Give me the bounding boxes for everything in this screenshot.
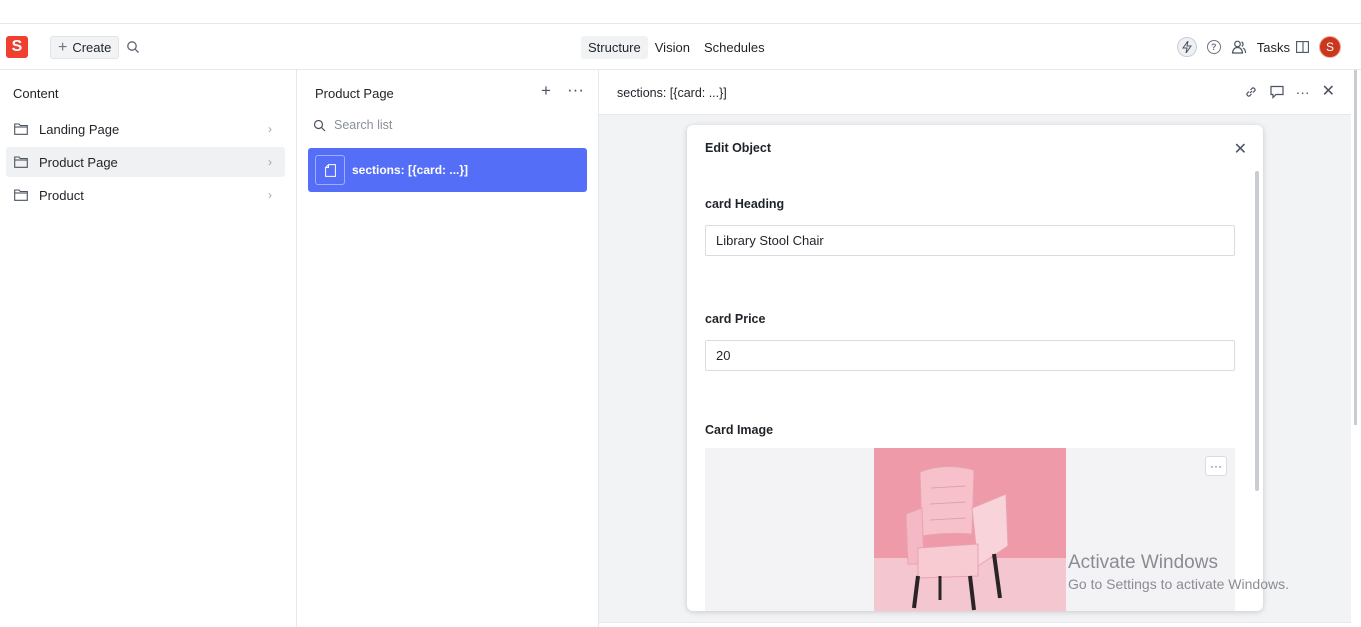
chevron-right-icon: › [268, 188, 272, 202]
folder-icon [14, 123, 28, 135]
more-icon[interactable]: ··· [567, 80, 584, 100]
close-icon[interactable]: ✕ [1322, 84, 1335, 100]
chevron-right-icon: › [268, 155, 272, 169]
document-item-label: sections: [{card: ...}] [352, 163, 469, 177]
workspace-tabs: Structure Vision Schedules [581, 36, 772, 59]
create-label: Create [72, 40, 112, 55]
more-icon[interactable]: ··· [1296, 85, 1310, 99]
image-options-button[interactable]: ··· [1205, 456, 1227, 476]
tasks-button[interactable]: Tasks [1257, 40, 1309, 55]
create-button[interactable]: + Create [50, 36, 120, 59]
toolbar-right-tools: ? Tasks S [1176, 36, 1341, 58]
help-icon[interactable]: ? [1206, 40, 1221, 54]
document-item-sections[interactable]: sections: [{card: ...}] [308, 148, 587, 192]
content-item-label: Product [39, 187, 84, 203]
link-icon[interactable] [1244, 85, 1258, 99]
search-list-placeholder: Search list [334, 118, 393, 132]
content-item-product[interactable]: Product › [6, 180, 285, 210]
tab-vision[interactable]: Vision [648, 36, 697, 59]
users-icon[interactable] [1231, 39, 1247, 55]
list-pane-title: Product Page [315, 86, 394, 101]
tab-schedules[interactable]: Schedules [697, 36, 772, 59]
top-toolbar: S + Create Structure Vision Schedules ? … [0, 24, 1361, 70]
tasks-label: Tasks [1256, 39, 1290, 55]
bolt-icon[interactable] [1176, 37, 1197, 57]
card-heading-label: card Heading [705, 197, 785, 211]
comment-icon[interactable] [1269, 85, 1284, 99]
editor-header: sections: [{card: ...}] ··· ✕ [599, 70, 1351, 115]
sanity-logo[interactable]: S [6, 36, 28, 58]
content-item-label: Landing Page [39, 121, 120, 137]
editor-header-tools: ··· ✕ [1244, 84, 1335, 100]
card-image-label: Card Image [705, 423, 774, 437]
tab-structure[interactable]: Structure [581, 36, 648, 59]
search-icon[interactable] [126, 40, 140, 54]
content-item-label: Product Page [39, 154, 118, 170]
plus-icon: + [58, 38, 68, 56]
content-item-product-page[interactable]: Product Page › [6, 147, 285, 177]
panel-icon [1296, 41, 1309, 53]
page-scrollbar[interactable] [1351, 70, 1361, 627]
search-list-field[interactable]: Search list [313, 118, 392, 132]
editor-title: sections: [{card: ...}] [617, 86, 727, 100]
editor-footer [599, 622, 1351, 627]
folder-icon [14, 189, 28, 201]
edit-object-dialog: Edit Object ✕ card Heading Library Stool… [687, 125, 1263, 611]
watermark-title: Activate Windows [1068, 552, 1218, 573]
dialog-title: Edit Object [705, 141, 771, 155]
folder-icon [14, 156, 28, 168]
card-price-label: card Price [705, 312, 766, 326]
content-pane-title: Content [13, 86, 59, 101]
activate-windows-watermark: Activate Windows Go to Settings to activ… [1068, 552, 1289, 592]
watermark-subtitle: Go to Settings to activate Windows. [1068, 576, 1289, 592]
chevron-right-icon: › [268, 122, 272, 136]
add-icon[interactable]: + [541, 81, 551, 101]
dialog-scrollbar[interactable] [1255, 171, 1259, 491]
content-item-landing-page[interactable]: Landing Page › [6, 114, 285, 144]
avatar[interactable]: S [1319, 36, 1341, 58]
product-page-list-pane: Product Page + ··· Search list sections:… [297, 70, 599, 627]
chair-image [874, 448, 1066, 611]
close-icon[interactable]: ✕ [1234, 139, 1247, 159]
content-pane: Content Landing Page › Product Page › Pr… [0, 70, 297, 627]
document-icon [315, 155, 345, 185]
scrollbar-thumb[interactable] [1354, 70, 1357, 425]
card-heading-input[interactable]: Library Stool Chair [705, 225, 1235, 256]
card-price-input[interactable]: 20 [705, 340, 1235, 371]
window-top-strip [0, 0, 1361, 24]
search-icon [313, 119, 326, 131]
